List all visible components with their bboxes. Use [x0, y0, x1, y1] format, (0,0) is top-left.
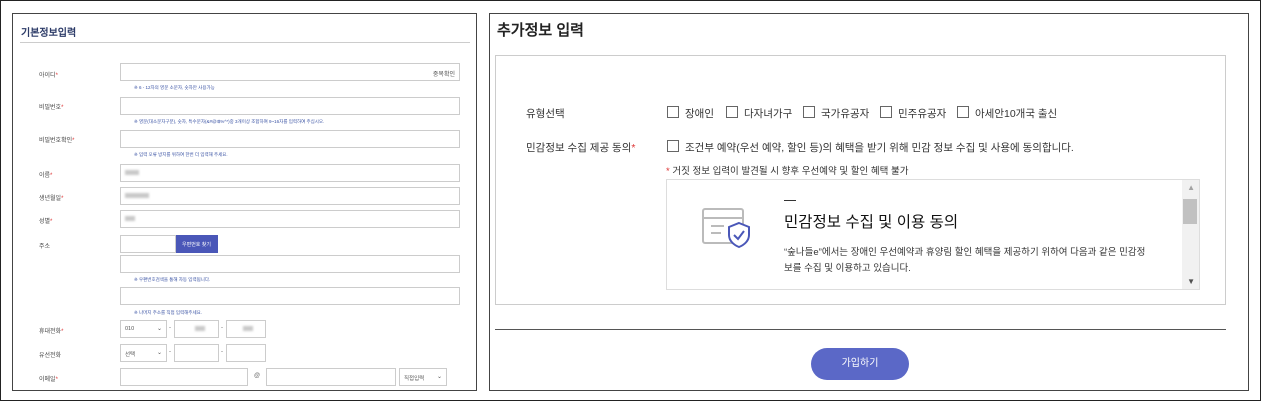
- basic-info-panel: 기본정보입력 아이디* 중복확인 ※ 6 - 12자의 영문 소문자, 숫자만 …: [12, 13, 477, 391]
- email-id-input[interactable]: [120, 368, 248, 386]
- postcode-search-button[interactable]: 우편번호 찾기: [176, 235, 218, 253]
- option-label-multi-child: 다자녀가구: [744, 108, 793, 120]
- name-input[interactable]: [120, 164, 460, 182]
- email-domain-select[interactable]: 직접입력 ⌄: [399, 368, 447, 386]
- extra-info-panel: 추가정보 입력 유형선택 장애인 다자녀가구 국가유공자 민주유공자 아세안10…: [489, 13, 1249, 391]
- consent-text: 조건부 예약(우선 예약, 할인 등)의 혜택을 받기 위해 민감 정보 수집 …: [685, 142, 1074, 154]
- email-label: 이메일*: [39, 377, 58, 383]
- password-hint: ※ 영문(대소문자구분), 숫자, 특수문자(&#@!$%^*)중 3개이상 조…: [134, 119, 325, 124]
- address-hint: ※ 우편번호검색을 통해 자동 입력됩니다.: [134, 277, 211, 282]
- divider: [20, 42, 470, 43]
- join-button[interactable]: 가입하기: [811, 348, 909, 380]
- user-id-input[interactable]: 중복확인: [120, 63, 460, 81]
- email-at-sign: @: [254, 373, 261, 379]
- chevron-down-icon: ⌄: [436, 374, 442, 380]
- duplicate-check-button[interactable]: 중복확인: [433, 69, 455, 78]
- scrollbar[interactable]: ▲ ▼: [1182, 180, 1199, 289]
- redacted-value: [125, 170, 139, 175]
- terms-body: “숲나들e”에서는 장애인 우선예약과 휴양림 할인 혜택을 제공하기 위하여 …: [784, 247, 1146, 274]
- extra-info-title: 추가정보 입력: [497, 22, 584, 39]
- mobile-prefix-select[interactable]: 010 ⌄: [120, 320, 167, 338]
- mobile-last-input[interactable]: [226, 320, 266, 338]
- password-confirm-hint: ※ 입력 오류 방지를 위하여 한번 더 입력해 주세요.: [134, 152, 228, 157]
- false-info-warning: * 거짓 정보 입력이 발견될 시 향후 우선예약 및 할인 혜택 불가: [666, 166, 909, 177]
- option-label-disabled: 장애인: [685, 108, 714, 120]
- password-label: 비밀번호*: [39, 105, 64, 111]
- terms-scroll-box[interactable]: 민감정보 수집 및 이용 동의 “숲나들e”에서는 장애인 우선예약과 휴양림 …: [666, 179, 1200, 290]
- address-label: 주소: [39, 244, 51, 250]
- option-label-democracy-merit: 민주유공자: [898, 108, 947, 120]
- password-confirm-input[interactable]: [120, 130, 460, 148]
- gender-label: 성별*: [39, 219, 53, 225]
- terms-title: 민감정보 수집 및 이용 동의: [784, 214, 959, 231]
- mobile-middle-input[interactable]: [174, 320, 219, 338]
- phone-separator: -: [169, 325, 171, 331]
- mobile-label: 휴대전화*: [39, 329, 64, 335]
- phone-separator: -: [221, 325, 223, 331]
- redacted-value: [125, 216, 135, 221]
- consent-checkbox[interactable]: [667, 140, 679, 152]
- landline-prefix-select[interactable]: 선택 ⌄: [120, 344, 167, 362]
- redacted-value: [243, 326, 253, 331]
- redacted-value: [195, 326, 205, 331]
- terms-title-accent: [784, 200, 796, 201]
- extra-info-box: 유형선택 장애인 다자녀가구 국가유공자 민주유공자 아세안10개국 출신 민감…: [495, 55, 1226, 305]
- option-label-national-merit: 국가유공자: [821, 108, 870, 120]
- checkbox-national-merit[interactable]: [803, 106, 815, 118]
- chevron-down-icon: ⌄: [156, 350, 162, 356]
- checkbox-democracy-merit[interactable]: [880, 106, 892, 118]
- address-input[interactable]: [120, 255, 460, 273]
- redacted-value: [125, 193, 149, 198]
- birthdate-input[interactable]: [120, 187, 460, 205]
- user-id-hint: ※ 6 - 12자의 영문 소문자, 숫자만 사용가능: [134, 85, 215, 90]
- checkbox-disabled[interactable]: [667, 106, 679, 118]
- shield-document-icon: [702, 205, 752, 255]
- phone-separator: -: [169, 349, 171, 355]
- address-detail-input[interactable]: [120, 287, 460, 305]
- basic-info-title: 기본정보입력: [21, 28, 77, 39]
- name-label: 이름*: [39, 173, 53, 179]
- postcode-input[interactable]: [120, 235, 176, 253]
- address-detail-hint: ※ 나머지 주소를 직접 입력해주세요.: [134, 310, 202, 315]
- landline-label: 유선전화: [39, 353, 62, 359]
- consent-label: 민감정보 수집 제공 동의*: [526, 142, 636, 154]
- chevron-down-icon: ⌄: [156, 326, 162, 332]
- landline-last-input[interactable]: [226, 344, 266, 362]
- user-id-label: 아이디*: [39, 73, 58, 79]
- checkbox-multi-child[interactable]: [726, 106, 738, 118]
- password-input[interactable]: [120, 97, 460, 115]
- landline-middle-input[interactable]: [174, 344, 219, 362]
- scrollbar-thumb[interactable]: [1183, 199, 1197, 224]
- scroll-up-icon[interactable]: ▲: [1187, 183, 1195, 192]
- divider: [495, 329, 1226, 330]
- scroll-down-icon[interactable]: ▼: [1187, 277, 1195, 286]
- type-select-label: 유형선택: [526, 108, 565, 120]
- birthdate-label: 생년월일*: [39, 196, 64, 202]
- email-domain-input[interactable]: [266, 368, 396, 386]
- phone-separator: -: [221, 349, 223, 355]
- password-confirm-label: 비밀번호확인*: [39, 138, 75, 144]
- gender-input[interactable]: [120, 210, 460, 228]
- option-label-asean: 아세안10개국 출신: [975, 108, 1058, 120]
- checkbox-asean[interactable]: [957, 106, 969, 118]
